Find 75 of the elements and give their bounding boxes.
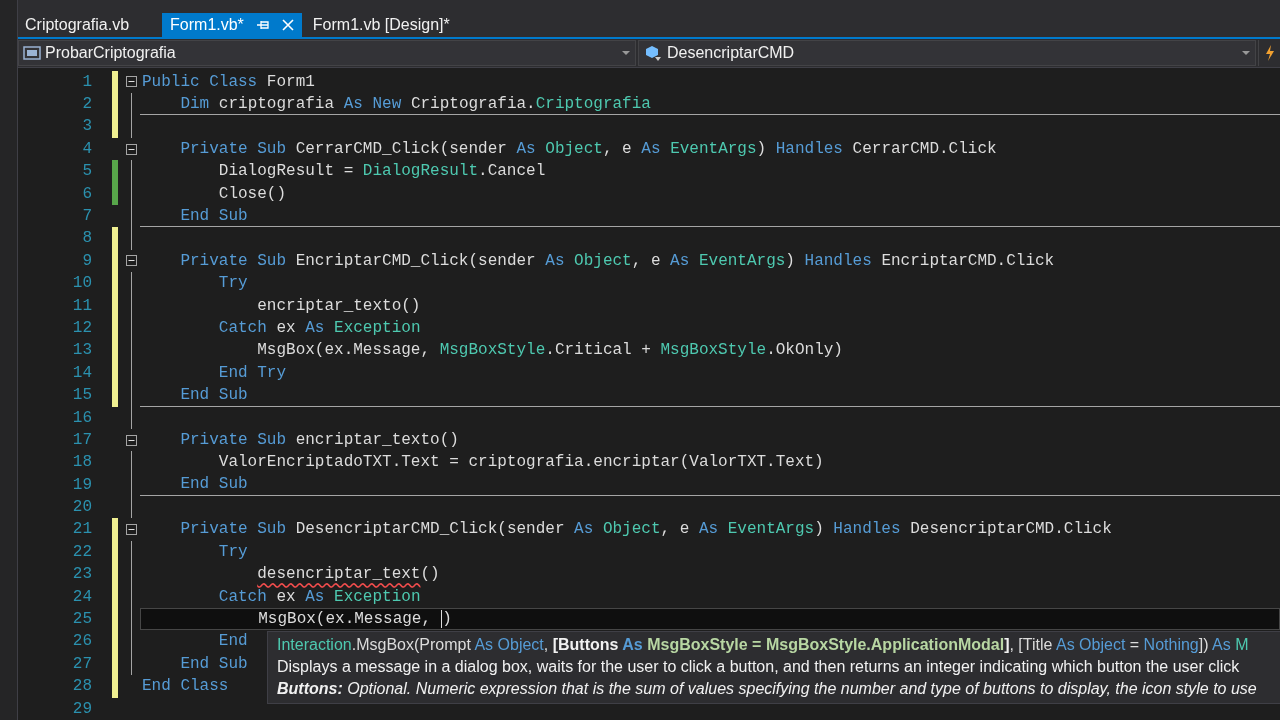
code-line: Private Sub CerrarCMD_Click(sender As Object, e As EventArgs) Handles CerrarCMD.Click — [179, 138, 997, 160]
line-number: 21 — [71, 519, 92, 541]
collapse-icon[interactable] — [126, 524, 137, 536]
parameter-description: Buttons: Optional. Numeric expression that is the sum of values specifying the number and type of buttons to display, the icon style to use — [277, 678, 1258, 699]
dropdown-caret-icon — [621, 49, 631, 56]
line-number: 9 — [81, 250, 92, 272]
code-line: MsgBox(ex.Message, MsgBoxStyle.Critical + MsgBoxStyle.OkOnly) — [256, 340, 843, 362]
line-number: 15 — [71, 385, 92, 407]
code-line: Catch ex As Exception — [217, 317, 421, 339]
close-icon[interactable] — [281, 18, 294, 31]
collapse-icon[interactable] — [126, 143, 137, 155]
line-number: 28 — [71, 676, 92, 698]
code-line: Private Sub encriptar_texto() — [179, 429, 459, 451]
line-number: 6 — [81, 183, 92, 205]
pin-icon[interactable] — [255, 18, 270, 31]
class-dropdown[interactable]: ProbarCriptografia — [18, 39, 636, 66]
line-number: 11 — [71, 295, 92, 317]
code-line: End Sub — [179, 384, 248, 406]
editor-tab[interactable]: Criptografia.vb — [20, 12, 135, 37]
line-number: 20 — [71, 497, 92, 519]
line-number: 13 — [71, 340, 92, 362]
code-line: End Sub — [179, 205, 248, 227]
code-line: End Class — [142, 676, 229, 698]
line-number: 2 — [81, 94, 92, 116]
member-dropdown[interactable]: DesencriptarCMD — [638, 39, 1256, 66]
line-number: 23 — [71, 564, 92, 586]
line-number: 17 — [71, 429, 92, 451]
code-line: Dim criptografia As New Criptografia.Criptografia — [179, 93, 651, 115]
code-line: Private Sub EncriptarCMD_Click(sender As Object, e As EventArgs) Handles EncriptarCMD.Click — [179, 250, 1055, 272]
line-number: 8 — [81, 228, 92, 250]
code-line: End — [217, 631, 248, 653]
code-line: End Try — [217, 362, 287, 384]
code-line: Close() — [217, 183, 287, 205]
code-line: DialogResult = DialogResult.Cancel — [217, 161, 546, 183]
method-signature: Interaction.MsgBox(Prompt As Object, [Buttons As MsgBoxStyle = MsgBoxStyle.ApplicationModal], [Title As Object = Nothing]) As M — [277, 634, 1250, 655]
line-number: 24 — [71, 586, 92, 608]
line-number: 5 — [81, 161, 92, 183]
line-number: 26 — [71, 631, 92, 653]
editor-tab[interactable]: Form1.vb [Design]* — [307, 12, 455, 37]
line-number: 3 — [81, 116, 92, 138]
vb-file-icon — [23, 45, 41, 60]
code-line: desencriptar_text() — [256, 564, 440, 586]
method-description: Displays a message in a dialog box, waits for the user to click a button, and then returns an integer indicating which button the user click — [277, 656, 1241, 677]
line-number: 16 — [71, 407, 92, 429]
line-number: 27 — [71, 653, 92, 675]
line-number: 19 — [71, 474, 92, 496]
collapse-icon[interactable] — [126, 434, 137, 446]
code-line: Try — [217, 273, 248, 295]
code-line: Private Sub DesencriptarCMD_Click(sender As Object, e As EventArgs) Handles DesencriptarCMD.Click — [179, 519, 1112, 541]
line-number: 14 — [71, 362, 92, 384]
line-number: 7 — [81, 206, 92, 227]
line-number: 12 — [71, 317, 92, 339]
line-number: 1 — [81, 71, 92, 93]
collapse-icon[interactable] — [126, 255, 137, 267]
code-line: Catch ex As Exception — [217, 586, 421, 608]
code-line: Public Class Form1 — [142, 71, 315, 93]
editor-tab[interactable]: Form1.vb* — [162, 12, 302, 37]
code-line: End Sub — [179, 474, 248, 496]
code-line: Try — [217, 541, 248, 563]
cube-icon — [643, 43, 663, 62]
member-name: DesencriptarCMD — [667, 42, 796, 63]
code-line: encriptar_texto() — [256, 295, 421, 317]
dropdown-caret-icon — [1241, 49, 1251, 56]
line-number: 22 — [71, 541, 92, 563]
line-number: 29 — [71, 698, 92, 720]
code-line: ValorEncriptadoTXT.Text = criptografia.encriptar(ValorTXT.Text) — [217, 452, 824, 474]
line-number: 4 — [81, 138, 92, 160]
line-number: 18 — [71, 452, 92, 474]
class-name: ProbarCriptografia — [45, 42, 177, 63]
collapse-icon[interactable] — [126, 76, 137, 88]
line-number: 10 — [71, 273, 92, 295]
line-number: 25 — [71, 609, 92, 631]
code-line: End Sub — [179, 653, 248, 675]
lightning-icon — [1264, 44, 1275, 61]
code-line: MsgBox(ex.Message, ) — [257, 608, 452, 631]
